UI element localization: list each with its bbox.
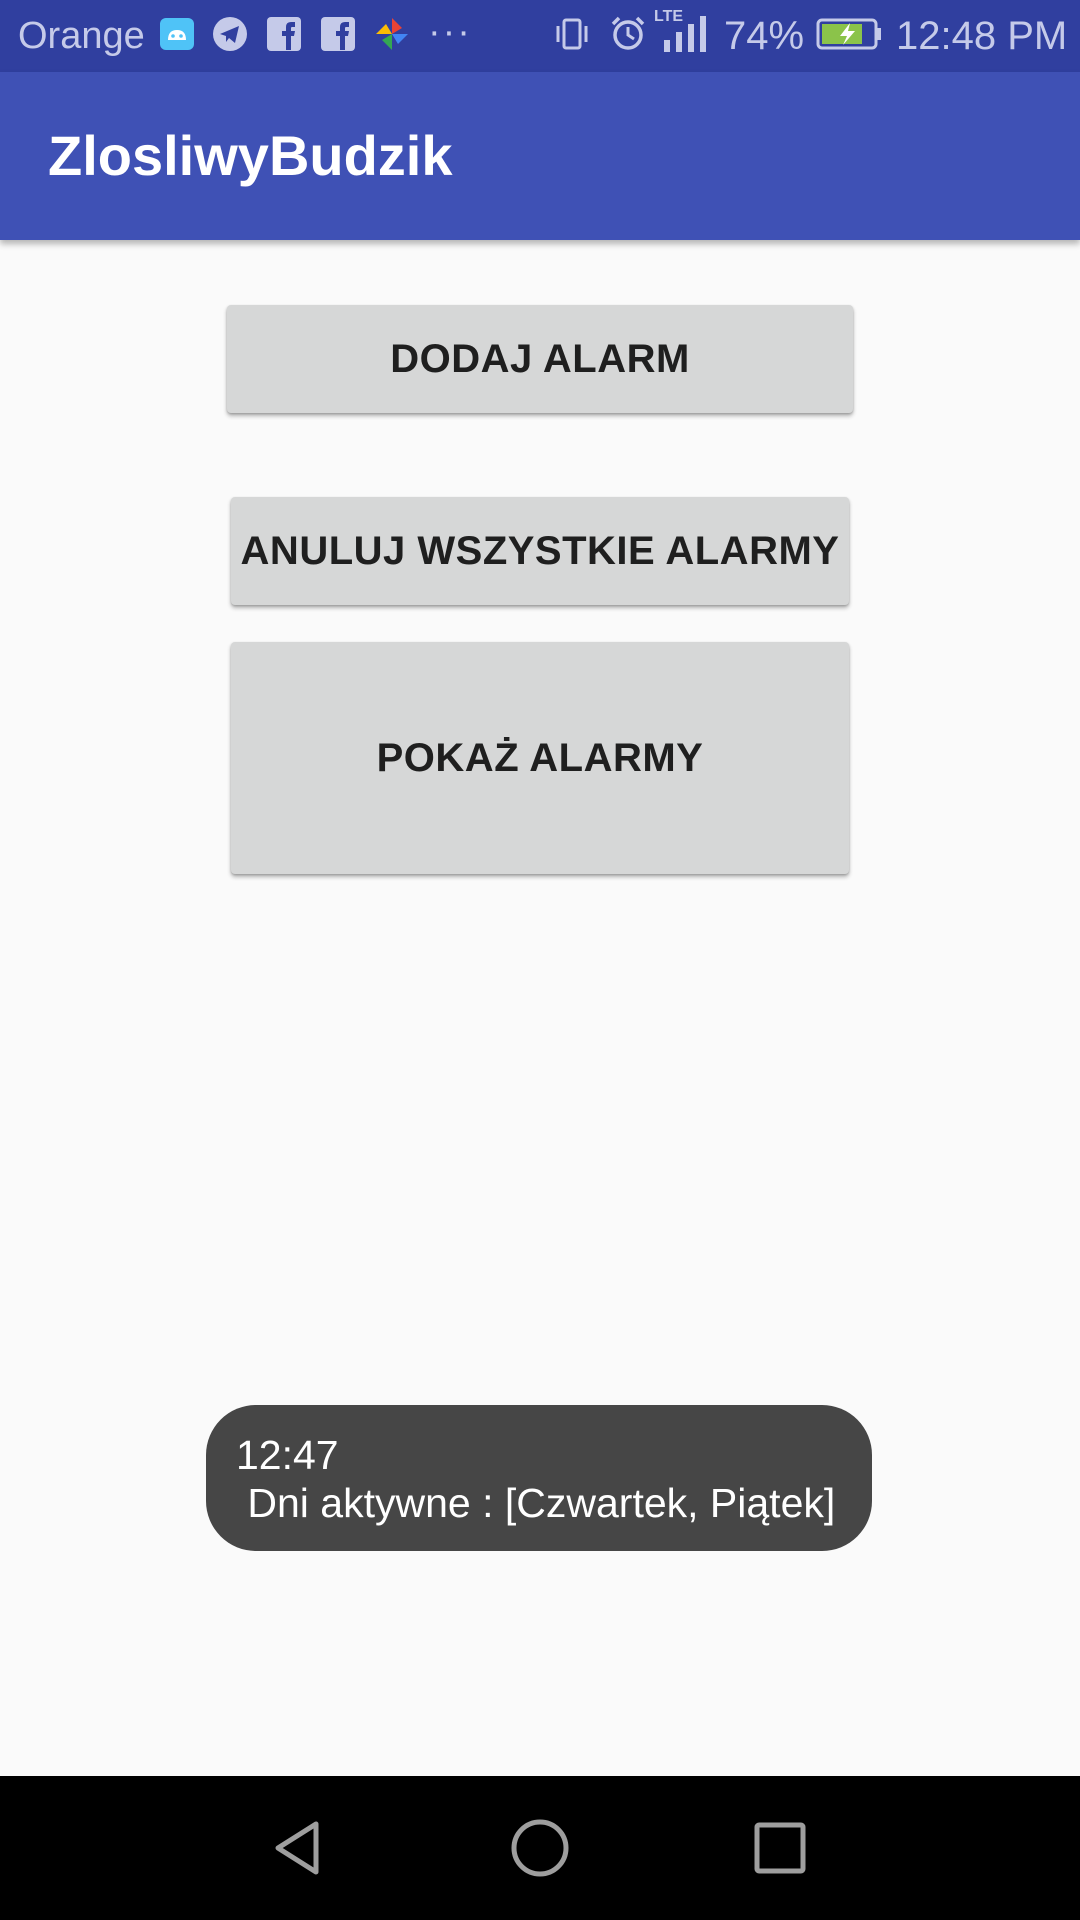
show-alarms-button[interactable]: POKAŻ ALARMY <box>231 642 849 874</box>
more-notifications-icon: ··· <box>428 11 472 53</box>
vibrate-icon <box>552 14 592 54</box>
carrier-label: Orange <box>18 15 145 57</box>
cancel-all-alarms-button[interactable]: ANULUJ WSZYSTKIE ALARMY <box>231 497 849 605</box>
app-title: ZlosliwyBudzik <box>48 124 453 187</box>
toast-message: 12:47 Dni aktywne : [Czwartek, Piątek] <box>206 1405 872 1551</box>
telegram-icon <box>210 14 250 54</box>
navigation-bar <box>0 1776 1080 1920</box>
android-icon <box>158 14 198 54</box>
toast-active-days: Dni aktywne : [Czwartek, Piątek] <box>236 1480 836 1526</box>
recents-icon[interactable] <box>730 1798 830 1898</box>
back-icon[interactable] <box>250 1798 350 1898</box>
battery-percent: 74% <box>724 14 805 58</box>
toast-time: 12:47 <box>236 1432 339 1478</box>
app-bar: ZlosliwyBudzik <box>0 72 1080 240</box>
signal-icon <box>660 14 716 54</box>
add-alarm-button[interactable]: DODAJ ALARM <box>227 305 853 413</box>
home-icon[interactable] <box>490 1798 590 1898</box>
pinwheel-icon <box>372 14 412 54</box>
facebook-icon <box>318 14 358 54</box>
facebook-icon <box>264 14 304 54</box>
status-time: 12:48 PM <box>896 14 1068 58</box>
battery-charging-icon <box>816 14 884 54</box>
alarm-icon <box>608 14 648 54</box>
status-bar: Orange ··· LTE 74% 12:48 PM <box>0 0 1080 72</box>
